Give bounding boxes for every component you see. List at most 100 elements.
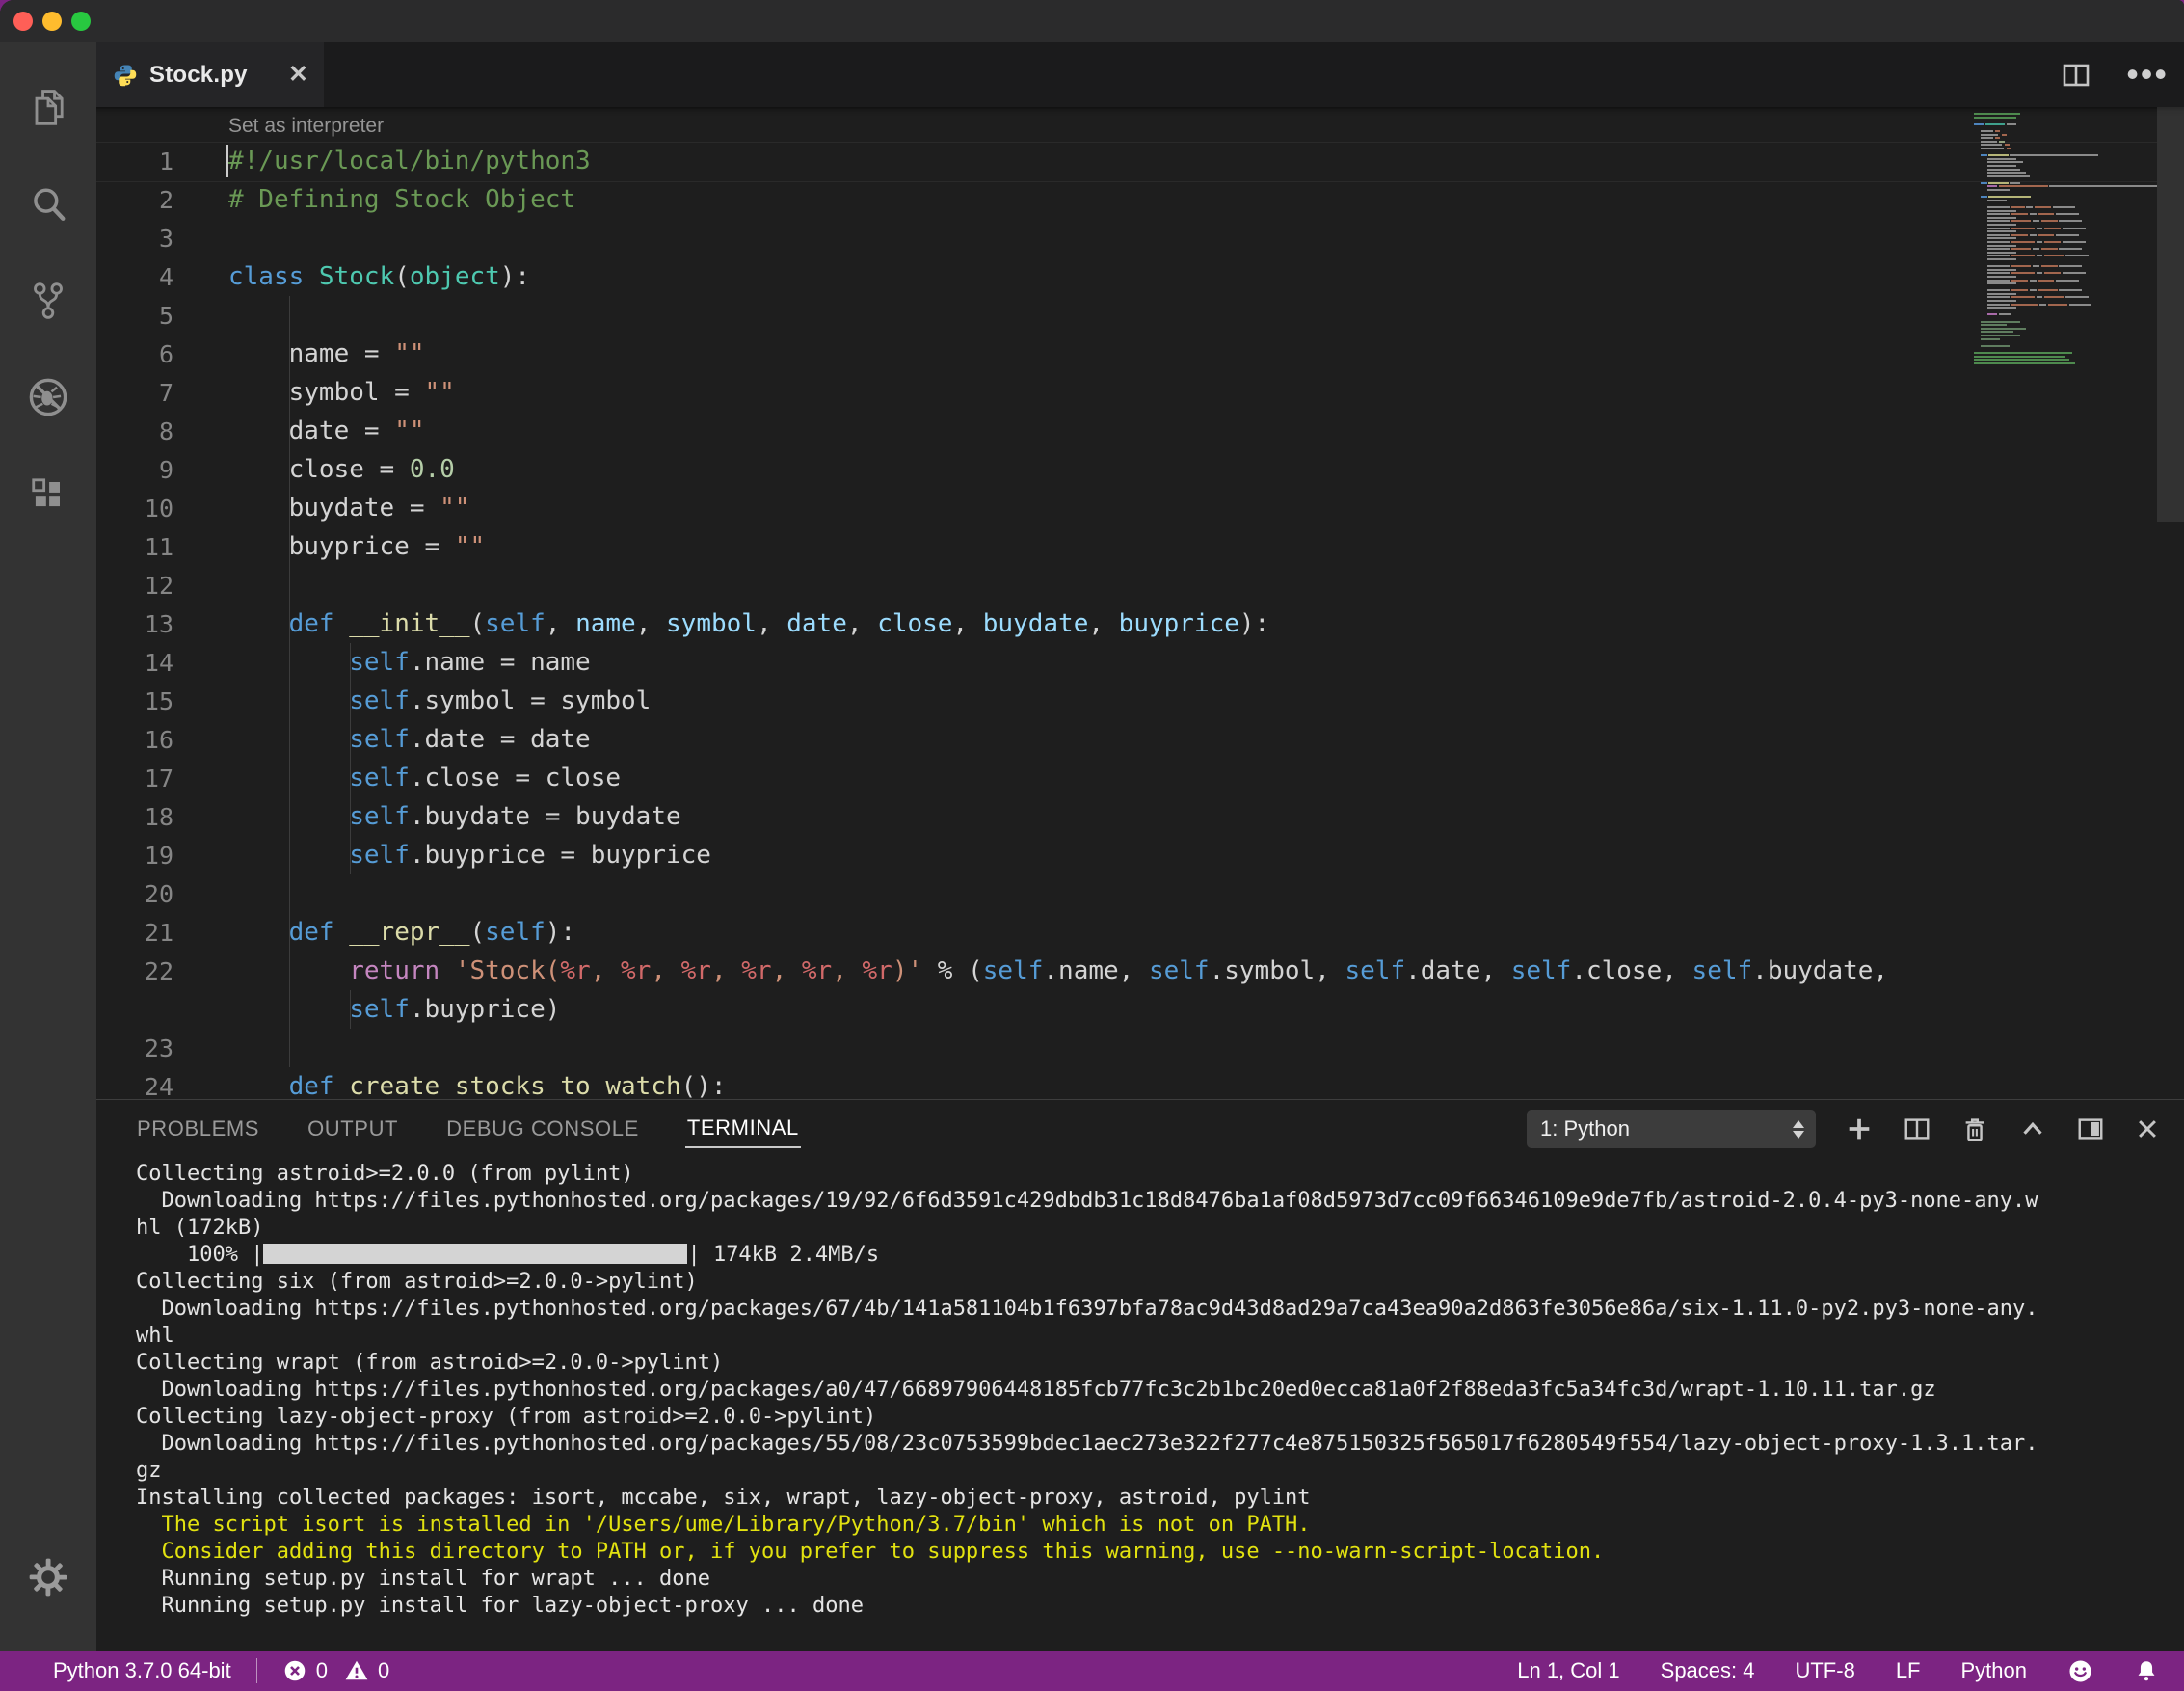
search-icon[interactable] xyxy=(0,156,96,253)
minimap-line xyxy=(1974,286,2157,288)
terminal-line: hl (172kB) xyxy=(136,1215,2184,1242)
code-line: 23 xyxy=(96,1029,2184,1067)
minimap-line xyxy=(1974,148,2157,149)
code-line: 13 def __init__(self, name, symbol, date… xyxy=(96,604,2184,643)
split-editor-icon[interactable] xyxy=(2061,60,2091,91)
tab-close-icon[interactable]: ✕ xyxy=(288,63,308,87)
minimap-line xyxy=(1974,310,2157,312)
source-control-icon[interactable] xyxy=(0,253,96,349)
encoding-status[interactable]: UTF-8 xyxy=(1795,1658,1854,1683)
minimap-line xyxy=(1974,296,2157,298)
minimap-line xyxy=(1974,237,2157,239)
line-number: 2 xyxy=(96,186,228,214)
minimap-line xyxy=(1974,356,2157,358)
terminal-line: Collecting wrapt (from astroid>=2.0.0->p… xyxy=(136,1350,2184,1377)
line-number: 22 xyxy=(96,957,228,985)
minimap-line xyxy=(1974,224,2157,226)
panel-tab-output[interactable]: OUTPUT xyxy=(306,1111,400,1147)
code-line: 2# Defining Stock Object xyxy=(96,180,2184,219)
code-line: 21 def __repr__(self): xyxy=(96,913,2184,952)
line-number: 16 xyxy=(96,726,228,754)
code-line: 20 xyxy=(96,874,2184,913)
code-line: 11 buyprice = "" xyxy=(96,527,2184,566)
zoom-window-button[interactable] xyxy=(71,12,91,31)
line-number: 8 xyxy=(96,417,228,445)
minimap-line xyxy=(1974,359,2157,361)
minimap-line xyxy=(1974,300,2157,302)
maximize-panel-icon[interactable] xyxy=(2018,1114,2047,1143)
terminal-selector-value: 1: Python xyxy=(1540,1116,1630,1141)
language-mode[interactable]: Python xyxy=(1961,1658,2028,1683)
tab-title: Stock.py xyxy=(149,62,276,89)
eol-status[interactable]: LF xyxy=(1896,1658,1921,1683)
bottom-panel: PROBLEMS OUTPUT DEBUG CONSOLE TERMINAL 1: P… xyxy=(96,1099,2184,1651)
more-actions-icon[interactable]: ••• xyxy=(2126,67,2169,81)
code-lines: 1#!/usr/local/bin/python32# Defining Sto… xyxy=(96,142,2184,1099)
minimap-line xyxy=(1974,175,2157,177)
interpreter-status[interactable]: Python 3.7.0 64-bit xyxy=(53,1658,231,1683)
debug-disabled-icon[interactable] xyxy=(0,349,96,445)
indentation-status[interactable]: Spaces: 4 xyxy=(1661,1658,1755,1683)
vscode-window: Stock.py ✕ ••• Set as interpreter 1#!/us… xyxy=(0,0,2184,1691)
code-line: 5 xyxy=(96,296,2184,335)
panel-tab-debug-console[interactable]: DEBUG CONSOLE xyxy=(444,1111,641,1147)
notifications-bell-icon[interactable] xyxy=(2134,1658,2159,1683)
minimap-line xyxy=(1974,169,2157,171)
gear-icon[interactable] xyxy=(0,1529,96,1625)
code-editor[interactable]: Set as interpreter 1#!/usr/local/bin/pyt… xyxy=(96,107,2184,1099)
minimap-line xyxy=(1974,182,2157,184)
panel-tab-terminal[interactable]: TERMINAL xyxy=(685,1110,801,1148)
status-bar: Python 3.7.0 64-bit 0 0 Ln 1, Col 1 Spac… xyxy=(0,1651,2184,1691)
extensions-icon[interactable] xyxy=(0,445,96,542)
code-line: self.buyprice) xyxy=(96,990,2184,1029)
minimap[interactable] xyxy=(1974,113,2157,412)
minimap-line xyxy=(1974,178,2157,180)
panel-tab-problems[interactable]: PROBLEMS xyxy=(135,1111,261,1147)
toggle-panel-icon[interactable] xyxy=(2076,1114,2105,1143)
feedback-smiley-icon[interactable] xyxy=(2067,1658,2093,1684)
python-icon xyxy=(114,64,137,87)
new-terminal-icon[interactable] xyxy=(1845,1114,1874,1143)
minimap-line xyxy=(1974,228,2157,229)
line-number: 15 xyxy=(96,687,228,715)
minimap-line xyxy=(1974,272,2157,274)
terminal-selector-dropdown[interactable]: 1: Python xyxy=(1527,1110,1816,1148)
download-progress-bar xyxy=(263,1244,687,1264)
line-number: 21 xyxy=(96,919,228,947)
code-lens-set-interpreter[interactable]: Set as interpreter xyxy=(96,107,2184,142)
minimap-line xyxy=(1974,200,2157,201)
terminal-line: whl xyxy=(136,1323,2184,1350)
minimap-line xyxy=(1974,341,2157,343)
problems-status[interactable]: 0 0 xyxy=(282,1658,390,1683)
terminal-line: Running setup.py install for lazy-object… xyxy=(136,1593,2184,1620)
minimap-line xyxy=(1974,117,2157,119)
editor-scrollbar[interactable] xyxy=(2157,107,2184,522)
minimap-line xyxy=(1974,123,2157,125)
cursor-position[interactable]: Ln 1, Col 1 xyxy=(1517,1658,1619,1683)
terminal-line: Downloading https://files.pythonhosted.o… xyxy=(136,1296,2184,1323)
minimap-line xyxy=(1974,206,2157,208)
code-line: 1#!/usr/local/bin/python3 xyxy=(96,142,2184,180)
minimize-window-button[interactable] xyxy=(42,12,62,31)
minimap-line xyxy=(1974,158,2157,160)
error-icon xyxy=(282,1658,307,1683)
code-line: 17 self.close = close xyxy=(96,759,2184,797)
split-terminal-icon[interactable] xyxy=(1903,1114,1931,1143)
kill-terminal-icon[interactable] xyxy=(1960,1114,1989,1143)
minimap-line xyxy=(1974,113,2157,115)
minimap-line xyxy=(1974,141,2157,143)
minimap-line xyxy=(1974,154,2157,156)
line-number: 6 xyxy=(96,340,228,368)
explorer-icon[interactable] xyxy=(0,60,96,156)
minimap-line xyxy=(1974,265,2157,267)
minimap-line xyxy=(1974,331,2157,333)
minimap-line xyxy=(1974,258,2157,260)
terminal-line: Downloading https://files.pythonhosted.o… xyxy=(136,1377,2184,1404)
close-window-button[interactable] xyxy=(13,12,33,31)
tab-stock-py[interactable]: Stock.py ✕ xyxy=(96,42,324,107)
close-panel-icon[interactable] xyxy=(2134,1115,2161,1142)
dropdown-arrows-icon xyxy=(1793,1120,1804,1139)
warning-icon xyxy=(344,1658,369,1683)
terminal-line: Collecting six (from astroid>=2.0.0->pyl… xyxy=(136,1269,2184,1296)
terminal-output[interactable]: Collecting astroid>=2.0.0 (from pylint) … xyxy=(96,1158,2184,1651)
